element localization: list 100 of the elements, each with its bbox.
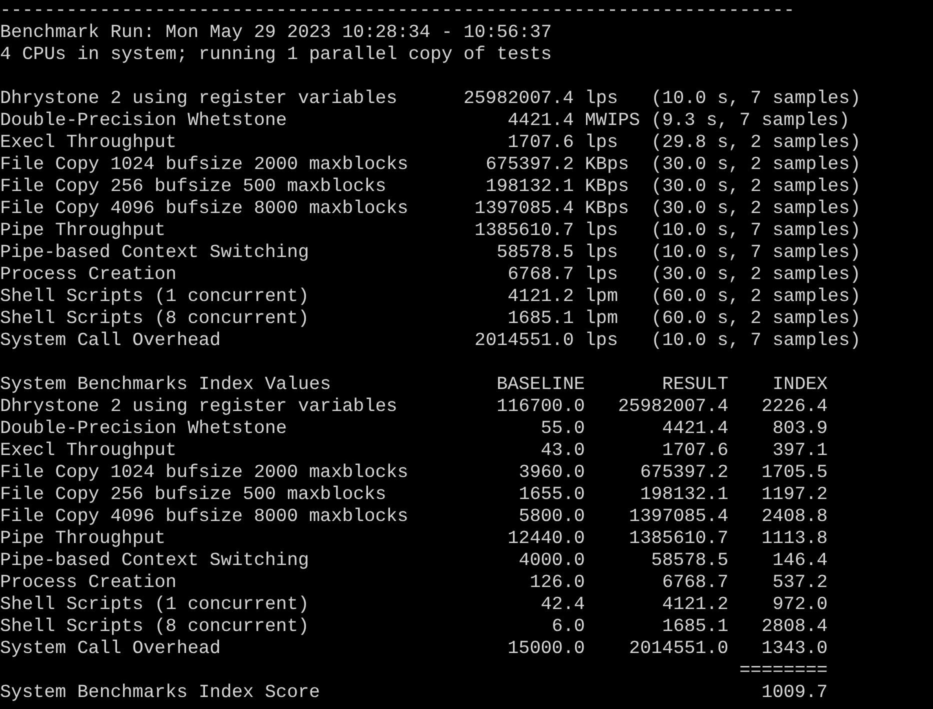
sample-info: (10.0 s, 7 samples)	[651, 330, 861, 352]
table-cell-text: 675397.2	[639, 462, 728, 484]
test-name: System Call Overhead	[0, 638, 222, 660]
sample-info: (10.0 s, 7 samples)	[651, 242, 861, 264]
table-cell-text: 4121.2	[661, 594, 728, 616]
sample-info: (30.0 s, 2 samples)	[651, 198, 861, 220]
score-value: 198132.1	[484, 176, 574, 198]
score-value: 25982007.4	[462, 88, 574, 110]
table-cell-text: 2014551.0	[628, 638, 728, 660]
test-name: Double-Precision Whetstone	[0, 418, 288, 440]
score-value: 2014551.0	[474, 330, 574, 352]
table-cell-text: 126.0	[528, 572, 585, 594]
test-name: Execl Throughput	[0, 132, 178, 154]
table-cell-text: 397.1	[772, 440, 828, 462]
test-name: File Copy 256 bufsize 500 maxblocks	[0, 484, 388, 506]
sample-info: (30.0 s, 2 samples)	[651, 154, 861, 176]
header-text: Benchmark Run: Mon May 29 2023 10:28:34 - 10:56:37	[0, 22, 552, 44]
test-name: File Copy 1024 bufsize 2000 maxblocks	[0, 462, 410, 484]
table-title: System Benchmarks Index Values	[0, 374, 332, 396]
test-name: Process Creation	[0, 572, 178, 594]
table-cell-text: 6.0	[550, 616, 585, 638]
test-name: Dhrystone 2 using register variables	[0, 396, 398, 418]
unit-label: MWIPS	[584, 110, 640, 132]
table-cell-text: 6768.7	[661, 572, 728, 594]
score-label: System Benchmarks Index Score	[0, 682, 322, 704]
table-cell-text: 58578.5	[650, 550, 728, 572]
table-cell-text: 1397085.4	[628, 506, 728, 528]
rule-text: ------------------------------------------------------------------------	[0, 0, 795, 22]
score-value: 1707.6	[506, 132, 574, 154]
sample-info: (60.0 s, 2 samples)	[651, 286, 861, 308]
unit-label: lps	[584, 264, 619, 286]
sample-info: (10.0 s, 7 samples)	[651, 88, 861, 110]
table-cell-text: 4421.4	[661, 418, 728, 440]
score-value: 4421.4	[506, 110, 574, 132]
test-name: Pipe Throughput	[0, 528, 167, 550]
test-name: Pipe-based Context Switching	[0, 242, 310, 264]
table-cell-text: 2808.4	[760, 616, 828, 638]
table-cell-text: 1385610.7	[628, 528, 728, 550]
sample-info: (9.3 s, 7 samples)	[651, 110, 850, 132]
score-value: 6768.7	[506, 264, 574, 286]
sample-info: (30.0 s, 2 samples)	[651, 264, 861, 286]
table-cell-text: 15000.0	[506, 638, 585, 660]
column-header: INDEX	[772, 374, 828, 396]
test-name: File Copy 256 bufsize 500 maxblocks	[0, 176, 388, 198]
test-name: Shell Scripts (8 concurrent)	[0, 308, 310, 330]
test-name: Execl Throughput	[0, 440, 178, 462]
sample-info: (30.0 s, 2 samples)	[651, 176, 861, 198]
table-cell-text: 1705.5	[760, 462, 828, 484]
table-cell-text: 2408.8	[760, 506, 828, 528]
test-name: Dhrystone 2 using register variables	[0, 88, 398, 110]
test-name: Pipe-based Context Switching	[0, 550, 310, 572]
test-name: File Copy 4096 bufsize 8000 maxblocks	[0, 198, 410, 220]
unit-label: lps	[584, 220, 619, 242]
unit-label: KBps	[584, 154, 630, 176]
table-cell-text: 146.4	[772, 550, 828, 572]
score-value: 1685.1	[506, 308, 574, 330]
table-cell-text: 43.0	[540, 440, 585, 462]
sample-info: (29.8 s, 2 samples)	[651, 132, 861, 154]
table-cell-text: 1685.1	[661, 616, 728, 638]
table-cell-text: 1197.2	[760, 484, 828, 506]
unit-label: lpm	[584, 286, 619, 308]
score-value: 1385610.7	[474, 220, 574, 242]
table-cell-text: 42.4	[540, 594, 585, 616]
unit-label: KBps	[584, 176, 630, 198]
table-cell-text: 1113.8	[760, 528, 828, 550]
table-cell-text: 1343.0	[760, 638, 828, 660]
unit-label: lps	[584, 88, 619, 110]
table-cell-text: 5800.0	[518, 506, 585, 528]
header-text: 4 CPUs in system; running 1 parallel copy of tests	[0, 44, 552, 66]
unit-label: lps	[584, 132, 619, 154]
test-name: Shell Scripts (8 concurrent)	[0, 616, 310, 638]
score-value: 4121.2	[506, 286, 574, 308]
table-cell-text: 3960.0	[518, 462, 585, 484]
test-name: File Copy 1024 bufsize 2000 maxblocks	[0, 154, 410, 176]
table-cell-text: 1655.0	[518, 484, 585, 506]
total-rule: ========	[738, 660, 828, 682]
table-cell-text: 1707.6	[661, 440, 728, 462]
test-name: Shell Scripts (1 concurrent)	[0, 286, 310, 308]
table-cell-text: 803.9	[772, 418, 828, 440]
score-value: 58578.5	[496, 242, 574, 264]
unit-label: lps	[584, 242, 619, 264]
test-name: Pipe Throughput	[0, 220, 167, 242]
score-value: 675397.2	[484, 154, 574, 176]
column-header: BASELINE	[496, 374, 585, 396]
unit-label: KBps	[584, 198, 630, 220]
test-name: System Call Overhead	[0, 330, 222, 352]
table-cell-text: 55.0	[540, 418, 585, 440]
sample-info: (60.0 s, 2 samples)	[651, 308, 861, 330]
score-value: 1397085.4	[474, 198, 574, 220]
table-cell-text: 4000.0	[518, 550, 585, 572]
test-name: Process Creation	[0, 264, 178, 286]
column-header: RESULT	[661, 374, 728, 396]
table-cell-text: 2226.4	[760, 396, 828, 418]
unit-label: lps	[584, 330, 619, 352]
test-name: File Copy 4096 bufsize 8000 maxblocks	[0, 506, 410, 528]
unit-label: lpm	[584, 308, 619, 330]
table-cell-text: 12440.0	[506, 528, 585, 550]
table-cell-text: 25982007.4	[617, 396, 728, 418]
table-cell-text: 198132.1	[639, 484, 728, 506]
sample-info: (10.0 s, 7 samples)	[651, 220, 861, 242]
